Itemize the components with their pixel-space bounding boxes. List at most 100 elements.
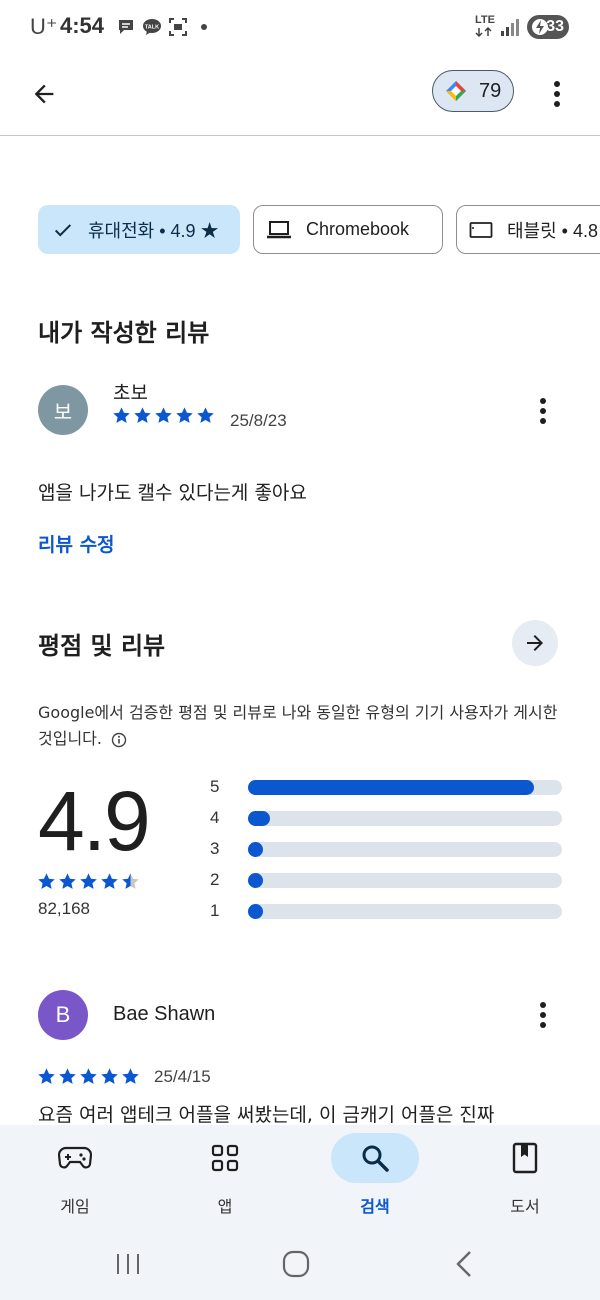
screenshot-notification-icon (169, 18, 187, 36)
rating-bar-2: 2 (210, 870, 562, 890)
carrier-label: U⁺ (30, 14, 58, 39)
rating-bar-4: 4 (210, 808, 562, 828)
my-review-stars (112, 406, 217, 425)
top-app-bar: 79 (0, 56, 600, 136)
review-date: 25/4/15 (154, 1067, 211, 1086)
play-points-badge[interactable]: 79 (432, 70, 514, 112)
rating-bar-fill (248, 904, 263, 919)
reviewer-avatar: B (38, 990, 88, 1040)
nav-search[interactable]: 검색 (325, 1133, 425, 1223)
my-review-more-button[interactable] (528, 391, 558, 431)
reviewer-avatar-initial: B (55, 1002, 71, 1027)
arrow-back-icon (34, 84, 54, 104)
more-notifications-dot (201, 24, 207, 30)
my-review-author: 초보 (113, 382, 148, 404)
nav-apps-indicator (181, 1133, 269, 1183)
signal-icon (501, 19, 519, 36)
nav-apps-label: 앱 (217, 1197, 233, 1216)
chip-chromebook[interactable]: Chromebook (253, 205, 443, 254)
more-vert-icon (540, 1002, 546, 1028)
star-filled-icon (80, 873, 97, 889)
network-type: LTE (475, 14, 495, 26)
nav-search-indicator (331, 1133, 419, 1183)
review-more-button[interactable] (528, 995, 558, 1035)
tablet-icon (469, 221, 493, 238)
more-options-button[interactable] (540, 74, 574, 114)
rating-bar-track (248, 780, 562, 795)
reviewer-name: Bae Shawn (113, 1003, 216, 1025)
edit-review-link[interactable]: 리뷰 수정 (38, 530, 115, 557)
more-vert-icon (554, 81, 560, 107)
home-icon[interactable] (282, 1250, 310, 1278)
chip-phone[interactable]: 휴대전화 • 4.9 ★ (38, 205, 240, 254)
rating-bar-track (248, 904, 562, 919)
apps-grid-icon (211, 1144, 239, 1172)
laptop-icon (267, 220, 291, 238)
star-filled-icon (38, 873, 55, 889)
chat-notification-icon (119, 20, 133, 34)
nav-books-label: 도서 (510, 1197, 540, 1216)
rating-bar-fill (248, 873, 263, 888)
rating-bar-track (248, 873, 562, 888)
ratings-heading: 평점 및 리뷰 (38, 632, 166, 660)
battery-indicator: 33 (527, 15, 569, 39)
book-icon (512, 1142, 538, 1174)
gamepad-icon (58, 1146, 92, 1169)
star-filled-icon (197, 407, 214, 423)
my-avatar-initial: 보 (53, 399, 73, 424)
nav-games-indicator (31, 1133, 119, 1183)
review-text: 요즘 여러 앱테크 어플을 써봤는데, 이 금캐기 어플은 진짜 (38, 1104, 495, 1125)
star-half-icon (122, 873, 139, 889)
rating-bar-track (248, 811, 562, 826)
arrow-forward-icon (527, 635, 543, 651)
nav-books-indicator (481, 1133, 569, 1183)
rating-bar-fill (248, 811, 270, 826)
nav-books[interactable]: 도서 (475, 1133, 575, 1223)
my-review-heading: 내가 작성한 리뷰 (38, 319, 210, 347)
rating-bar-label: 3 (210, 839, 220, 858)
data-arrows-icon (475, 27, 492, 37)
nav-apps[interactable]: 앱 (175, 1133, 275, 1223)
star-filled-icon (113, 407, 130, 423)
rating-bar-fill (248, 842, 263, 857)
nav-games[interactable]: 게임 (25, 1133, 125, 1223)
play-points-icon (446, 81, 466, 101)
rating-bar-label: 2 (210, 870, 220, 889)
star-filled-icon (134, 407, 151, 423)
recent-apps-icon[interactable] (115, 1252, 141, 1276)
chip-tablet-label: 태블릿 • 4.8 (507, 220, 599, 241)
status-time: 4:54 (60, 13, 105, 38)
more-vert-icon (540, 398, 546, 424)
average-rating: 4.9 (38, 774, 151, 868)
ratings-see-all-button[interactable] (512, 620, 558, 666)
info-icon[interactable] (111, 732, 127, 748)
star-filled-icon (80, 1068, 97, 1084)
bottom-navigation: 게임 앱 검색 도서 (0, 1125, 600, 1225)
chip-phone-label: 휴대전화 • 4.9 ★ (88, 220, 219, 241)
ratings-description: Google에서 검증한 평점 및 리뷰로 나와 동일한 유형의 기기 사용자가… (38, 700, 568, 752)
star-filled-icon (59, 1068, 76, 1084)
svg-text:TALK: TALK (145, 25, 159, 31)
rating-bar-fill (248, 780, 534, 795)
review-stars (37, 1067, 142, 1086)
status-bar: U⁺ 4:54 TALK LTE 33 (0, 0, 600, 56)
system-navigation-bar (0, 1225, 600, 1300)
talk-notification-icon: TALK (143, 19, 161, 35)
chip-tablet[interactable]: 태블릿 • 4.8 (456, 205, 600, 254)
system-back-icon[interactable] (454, 1250, 474, 1278)
chip-chromebook-label: Chromebook (306, 219, 410, 239)
star-filled-icon (122, 1068, 139, 1084)
rating-bar-label: 5 (210, 777, 220, 796)
points-value: 79 (479, 79, 502, 102)
nav-games-label: 게임 (60, 1197, 90, 1216)
rating-bar-1: 1 (210, 901, 562, 921)
back-button[interactable] (22, 72, 66, 116)
my-review-date: 25/8/23 (230, 411, 287, 430)
rating-bar-label: 1 (210, 901, 220, 920)
rating-bar-5: 5 (210, 777, 562, 797)
battery-level: 33 (546, 18, 564, 35)
my-review-text: 앱을 나가도 캘수 있다는게 좋아요 (38, 482, 307, 504)
average-rating-stars (37, 872, 142, 891)
my-avatar: 보 (38, 385, 88, 435)
star-filled-icon (176, 407, 193, 423)
